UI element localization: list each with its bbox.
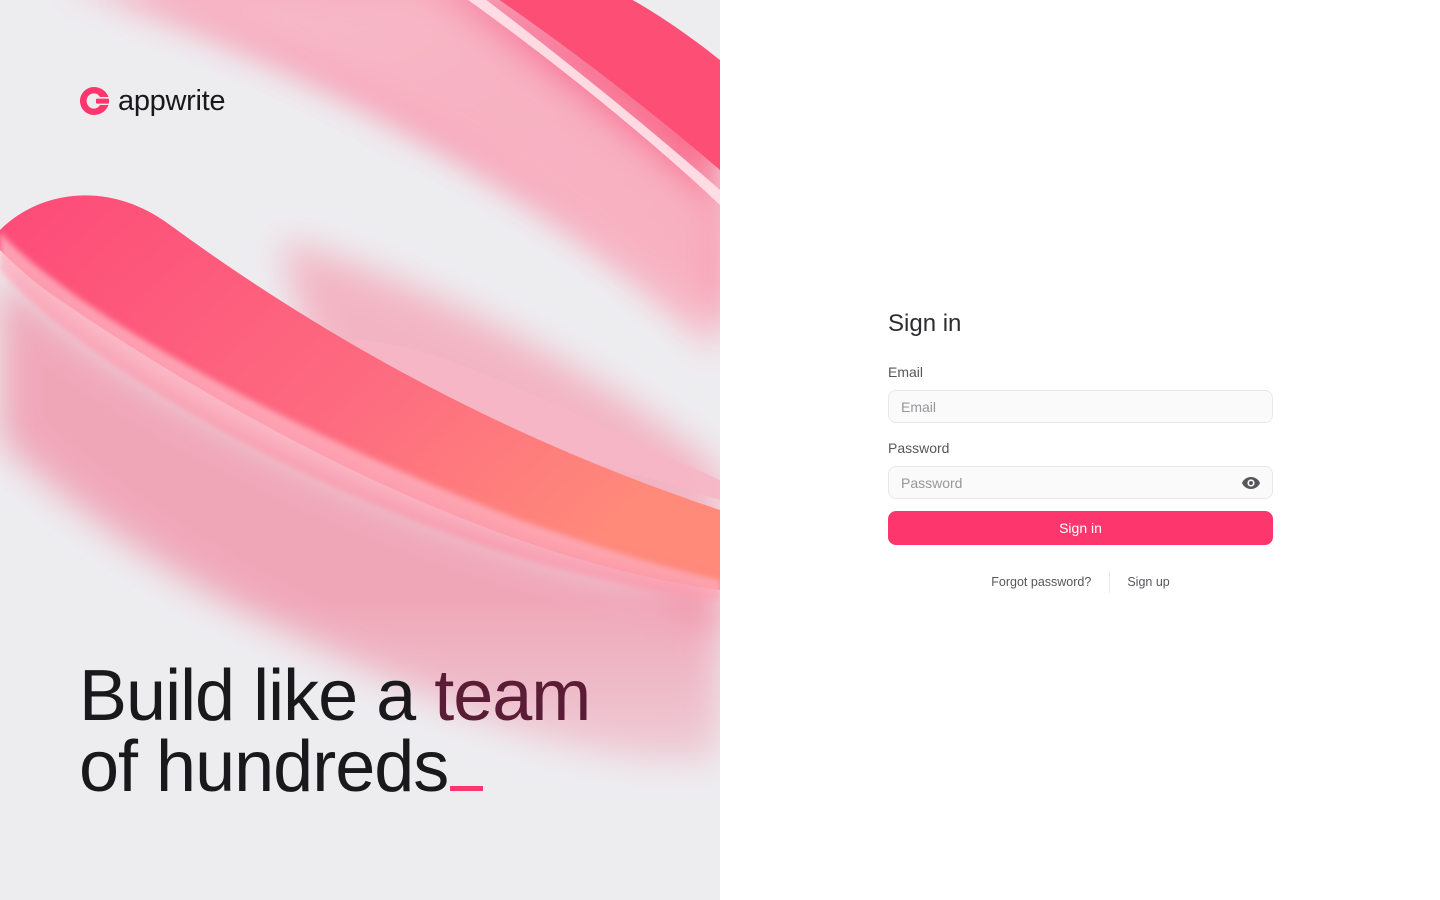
form-title: Sign in (888, 310, 962, 337)
auth-links: Forgot password? Sign up (888, 571, 1273, 593)
appwrite-logo-icon (80, 87, 109, 115)
password-field-wrapper (888, 466, 1273, 499)
brand-name: appwrite (118, 85, 226, 117)
password-input[interactable] (888, 466, 1273, 499)
sign-in-form: Sign in Email Password Sign in Forgot (888, 308, 1273, 593)
tagline-suffix: of hundreds (79, 727, 449, 807)
appwrite-logo[interactable]: appwrite (79, 85, 226, 117)
tagline-prefix: Build like a (79, 656, 435, 736)
forgot-password-link[interactable]: Forgot password? (991, 575, 1091, 589)
links-divider (1109, 571, 1111, 593)
show-password-toggle[interactable] (1241, 473, 1261, 493)
email-label: Email (888, 364, 924, 380)
email-field-wrapper (888, 390, 1273, 423)
login-page: appwrite Build like a team of hundreds S… (0, 0, 1440, 900)
eye-icon (1242, 477, 1260, 489)
tagline-line-2: of hundreds (79, 731, 590, 803)
email-input[interactable] (888, 390, 1273, 423)
tagline-highlight: team (434, 656, 591, 736)
cursor-underscore (450, 786, 484, 791)
auth-panel: Sign in Email Password Sign in Forgot (720, 0, 1440, 900)
sign-in-button[interactable]: Sign in (888, 511, 1273, 545)
tagline-line-1: Build like a team (79, 660, 591, 732)
hero-tagline: Build like a team of hundreds (79, 660, 591, 803)
hero-panel: appwrite Build like a team of hundreds (0, 0, 720, 900)
password-label: Password (888, 440, 950, 456)
sign-up-link[interactable]: Sign up (1127, 575, 1169, 589)
